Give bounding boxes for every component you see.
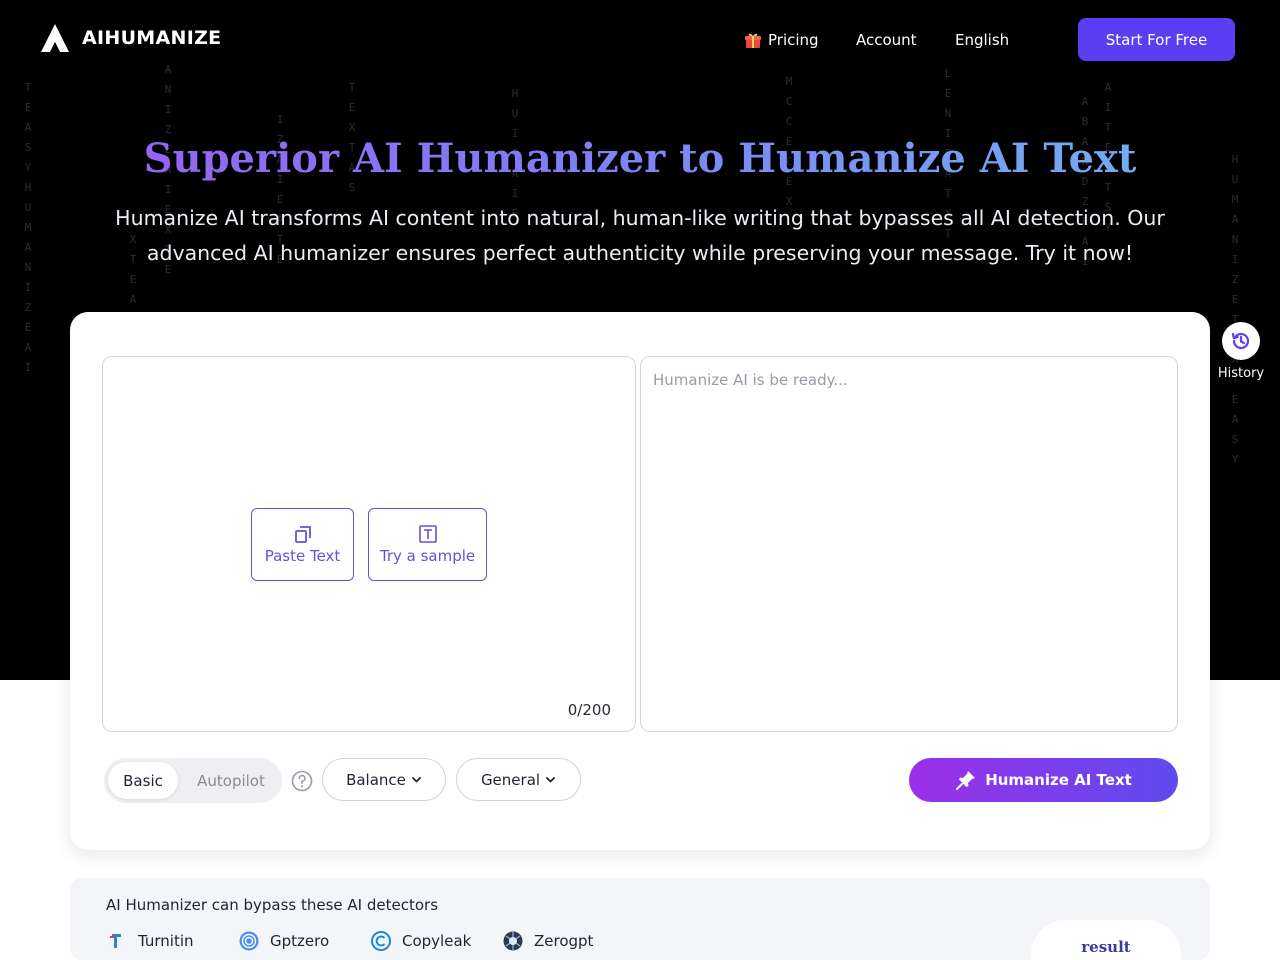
nav-pricing-label: Pricing	[768, 31, 819, 49]
turnitin-logo-icon	[110, 934, 121, 948]
background-letter-column: H U M A N I Z E T E X T E A S Y	[1231, 153, 1239, 466]
detector-zerogpt: Zerogpt	[502, 930, 634, 952]
humanizer-card: Paste Text Try a sample 0/200 Humanize A…	[70, 312, 1210, 850]
try-sample-button[interactable]: Try a sample	[368, 508, 487, 581]
detectors-section: AI Humanizer can bypass these AI detecto…	[70, 878, 1210, 960]
nav-account-label: Account	[856, 31, 917, 49]
hero-subtitle: Humanize AI transforms AI content into n…	[115, 206, 1165, 265]
mode-basic-tab[interactable]: Basic	[108, 762, 178, 799]
humanize-ai-text-button[interactable]: Humanize AI Text	[909, 758, 1178, 802]
gift-icon	[745, 33, 761, 48]
mode-toggle: Basic Autopilot	[104, 758, 282, 803]
strength-dropdown[interactable]: Balance	[322, 758, 446, 801]
detector-gptzero: Gptzero	[238, 930, 370, 952]
detectors-title: AI Humanizer can bypass these AI detecto…	[106, 896, 439, 914]
language-selector[interactable]: English	[955, 28, 1009, 52]
history-button[interactable]: History	[1214, 322, 1268, 381]
history-label: History	[1217, 366, 1265, 381]
history-circle	[1222, 322, 1260, 360]
detector-name: Gptzero	[270, 932, 330, 950]
mode-autopilot-tab[interactable]: Autopilot	[184, 762, 278, 799]
start-for-free-button[interactable]: Start For Free	[1078, 18, 1235, 61]
purpose-dropdown[interactable]: General	[456, 758, 581, 801]
detector-name: Zerogpt	[534, 932, 594, 950]
result-label: result	[1031, 920, 1181, 960]
purpose-value: General	[480, 770, 541, 789]
try-sample-label: Try a sample	[379, 547, 476, 565]
background-letter-column: T E A S Y H U M A N I Z E A I	[24, 81, 32, 374]
input-text-panel[interactable]: Paste Text Try a sample 0/200	[102, 356, 636, 732]
history-icon	[1231, 332, 1250, 350]
detectors-list: Turnitin Gptzero Copyleak Zerogpt	[106, 930, 634, 952]
nav-account[interactable]: Account	[856, 28, 917, 52]
humanize-button-label: Humanize AI Text	[985, 771, 1132, 789]
paste-text-button[interactable]: Paste Text	[251, 508, 354, 581]
zerogpt-logo-icon	[503, 931, 523, 951]
brand-mark-icon	[41, 24, 69, 52]
question-circle-icon[interactable]	[291, 770, 313, 792]
brand-logo[interactable]: AIHUMANIZE	[40, 22, 221, 54]
nav-pricing[interactable]: Pricing	[744, 28, 819, 52]
language-label: English	[955, 31, 1010, 49]
detector-copyleak: Copyleak	[370, 930, 502, 952]
strength-value: Balance	[346, 770, 406, 789]
detector-name: Turnitin	[138, 932, 194, 950]
output-text-panel[interactable]: Humanize AI is be ready...	[640, 356, 1178, 732]
paste-icon	[294, 526, 311, 543]
chevron-down-icon	[546, 777, 555, 783]
detector-turnitin: Turnitin	[106, 930, 238, 952]
text-sample-icon	[418, 525, 437, 543]
output-placeholder: Humanize AI is be ready...	[653, 371, 848, 389]
paste-text-label: Paste Text	[264, 547, 341, 565]
brand-name: AIHUMANIZE	[82, 27, 222, 49]
detector-name: Copyleak	[402, 932, 472, 950]
page-title: Superior AI Humanizer to Humanize AI Tex…	[0, 132, 1280, 186]
character-counter: 0/200	[567, 701, 611, 719]
copyleak-logo-icon	[371, 931, 391, 951]
gptzero-logo-icon	[239, 931, 259, 951]
pin-sparkle-icon	[956, 771, 976, 790]
chevron-down-icon	[412, 777, 421, 783]
